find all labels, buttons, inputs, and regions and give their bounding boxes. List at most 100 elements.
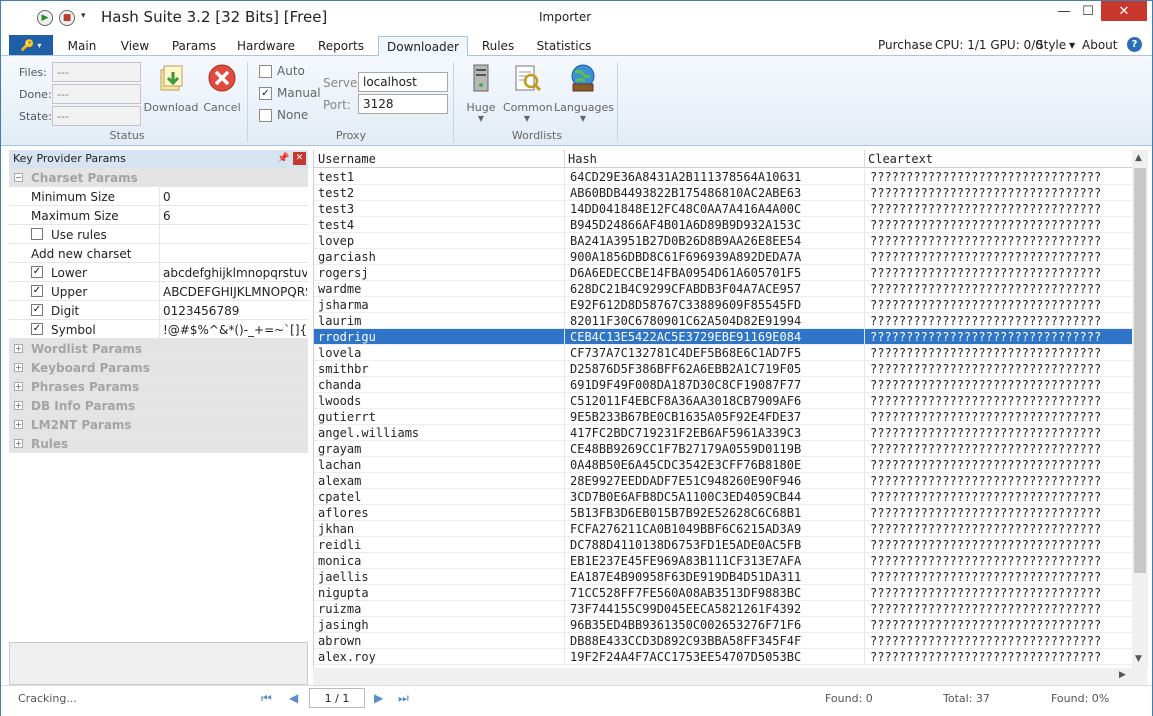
close-icon[interactable]: ✕	[293, 152, 306, 165]
scroll-down-icon[interactable]: ▼	[1135, 654, 1142, 664]
tab-rules[interactable]: Rules	[472, 36, 524, 56]
table-row[interactable]: lovela CF737A7C132781C4DEF5B68E6C1AD7F5??…	[314, 345, 1132, 361]
stop-icon[interactable]: ■	[59, 10, 75, 26]
style-menu[interactable]: Style	[1036, 38, 1066, 52]
column-header-cleartext[interactable]: Cleartext	[868, 152, 933, 166]
lower-checkbox[interactable]: ✓	[31, 266, 43, 278]
table-row[interactable]: alexam 28E9927EEDDADF7E51C948260E90F946??…	[314, 473, 1132, 489]
vertical-scrollbar[interactable]: ▲ ▼	[1132, 150, 1148, 668]
app-menu-button[interactable]: 🔑 ▾	[9, 35, 53, 55]
column-divider[interactable]	[864, 150, 865, 168]
table-row[interactable]: reidli DC788D4110138D6753FD1E5ADE0AC5FB??…	[314, 537, 1132, 553]
table-row[interactable]: nigupta 71CC528FF7FE560A08AB3513DF9883BC?…	[314, 585, 1132, 601]
table-row[interactable]: chanda 691D9F49F008DA187D30C8CF19087F77??…	[314, 377, 1132, 393]
param-value[interactable]: abcdefghijklmnopqrstuvwxyz	[163, 266, 307, 280]
table-row[interactable]: ruizma 73F744155C99D045EECA5821261F4392??…	[314, 601, 1132, 617]
table-row[interactable]: test1 64CD29E36A8431A2B111378564A10631???…	[314, 169, 1132, 185]
table-row[interactable]: rogersj D6A6EDECCBE14FBA0954D61A605701F5?…	[314, 265, 1132, 281]
tab-view[interactable]: View	[111, 36, 159, 56]
table-row[interactable]: grayam CE48BB9269CC1F7B27179A0559D0119B??…	[314, 441, 1132, 457]
table-row[interactable]: aflores 5B13FB3D6EB015B7B92E52628C6C68B1?…	[314, 505, 1132, 521]
common-wordlist-button[interactable]: Common ▼	[503, 62, 553, 123]
category-keyboard-params[interactable]: + Keyboard Params	[9, 358, 308, 377]
table-row[interactable]: abrown DB88E433CCD3D892C93BBA58FF345F4F??…	[314, 633, 1132, 649]
purchase-link[interactable]: Purchase	[878, 38, 933, 52]
scroll-right-icon[interactable]: ▶	[1119, 670, 1126, 680]
expand-icon[interactable]: +	[14, 344, 23, 353]
tab-downloader[interactable]: Downloader	[378, 36, 468, 57]
category-phrases-params[interactable]: + Phrases Params	[9, 377, 308, 396]
expand-icon[interactable]: +	[14, 420, 23, 429]
param-value[interactable]: 0123456789	[163, 304, 307, 318]
scroll-up-icon[interactable]: ▲	[1135, 153, 1142, 163]
tab-params[interactable]: Params	[163, 36, 225, 56]
symbol-checkbox[interactable]: ✓	[31, 323, 43, 335]
table-row[interactable]: test3 14DD041848E12FC48C0AA7A416A4A00C???…	[314, 201, 1132, 217]
download-button[interactable]: Download	[143, 62, 199, 114]
column-header-username[interactable]: Username	[318, 152, 376, 166]
server-input[interactable]: localhost	[358, 72, 448, 92]
scroll-thumb[interactable]	[1134, 168, 1146, 573]
expand-icon[interactable]: +	[14, 382, 23, 391]
column-header-hash[interactable]: Hash	[568, 152, 597, 166]
param-row[interactable]: ✓ Upper ABCDEFGHIJKLMNOPQRSTUVWXYZ	[9, 282, 308, 301]
table-row[interactable]: garciash 900A1856DBD8C61F696939A892DEDA7A…	[314, 249, 1132, 265]
table-row[interactable]: angel.williams 417FC2BDC719231F2EB6AF5961…	[314, 425, 1132, 441]
table-row[interactable]: jaellis EA187E4B90958F63DE919DB4D51DA311?…	[314, 569, 1132, 585]
table-row[interactable]: gutierrt 9E5B233B67BE0CB1635A05F92E4FDE37…	[314, 409, 1132, 425]
param-value[interactable]: ABCDEFGHIJKLMNOPQRSTUVWXYZ	[163, 285, 307, 299]
use-rules-checkbox[interactable]	[31, 228, 43, 240]
maximize-button[interactable]: ☐	[1077, 1, 1099, 21]
param-row[interactable]: Minimum Size 0	[9, 187, 308, 206]
tab-statistics[interactable]: Statistics	[529, 36, 599, 56]
param-value[interactable]: 0	[163, 190, 307, 204]
horizontal-scrollbar[interactable]: ▶	[313, 668, 1147, 685]
first-page-icon[interactable]: ⏮	[261, 691, 272, 706]
expand-icon[interactable]: +	[14, 439, 23, 448]
prev-page-icon[interactable]: ◀	[289, 691, 298, 705]
param-row[interactable]: Maximum Size 6	[9, 206, 308, 225]
column-divider[interactable]	[564, 150, 565, 168]
page-indicator[interactable]: 1 / 1	[309, 688, 365, 708]
tab-hardware[interactable]: Hardware	[229, 36, 303, 56]
table-row[interactable]: lovep BA241A3951B27D0B26D8B9AA26E8EE54???…	[314, 233, 1132, 249]
category-wordlist-params[interactable]: + Wordlist Params	[9, 339, 308, 358]
param-row[interactable]: Add new charset	[9, 244, 308, 263]
huge-wordlist-button[interactable]: Huge ▼	[461, 62, 501, 123]
next-page-icon[interactable]: ▶	[374, 691, 383, 705]
minimize-button[interactable]: —	[1053, 1, 1075, 21]
table-row[interactable]: laurim 82011F30C6780901C62A504D82E91994??…	[314, 313, 1132, 329]
category-rules[interactable]: + Rules	[9, 434, 308, 453]
table-row[interactable]: lwoods C512011F4EBCF8A36AA3018CB7909AF6??…	[314, 393, 1132, 409]
manual-checkbox[interactable]: ✓	[259, 87, 272, 100]
table-row[interactable]: jkhan FCFA276211CA0B1049BBF6C6215AD3A9???…	[314, 521, 1132, 537]
play-icon[interactable]: ▶	[37, 10, 53, 26]
param-row[interactable]: ✓ Lower abcdefghijklmnopqrstuvwxyz	[9, 263, 308, 282]
collapse-icon[interactable]: −	[14, 173, 23, 182]
quick-access-dropdown-icon[interactable]: ▾	[81, 11, 86, 21]
expand-icon[interactable]: +	[14, 363, 23, 372]
tab-reports[interactable]: Reports	[307, 36, 375, 56]
table-row[interactable]: jasingh 96B35ED4BB9361350C002653276F71F6?…	[314, 617, 1132, 633]
none-radio[interactable]	[259, 109, 272, 122]
table-row[interactable]: cpatel 3CD7B0E6AFB8DC5A1100C3ED4059CB44??…	[314, 489, 1132, 505]
param-value[interactable]: 6	[163, 209, 307, 223]
table-row[interactable]: alex.roy 19F2F24A4F7ACC1753EE54707D5053BC…	[314, 649, 1132, 665]
table-row[interactable]: jsharma E92F612D8D58767C33889609F85545FD?…	[314, 297, 1132, 313]
last-page-icon[interactable]: ⏭	[398, 691, 409, 706]
help-icon[interactable]: ?	[1127, 37, 1142, 52]
table-row[interactable]: wardme 628DC21B4C9299CFABDB3F04A7ACE957??…	[314, 281, 1132, 297]
param-row[interactable]: ✓ Digit 0123456789	[9, 301, 308, 320]
table-row[interactable]: smithbr D25876D5F386BFF62A6EBB2A1C719F05?…	[314, 361, 1132, 377]
digit-checkbox[interactable]: ✓	[31, 304, 43, 316]
expand-icon[interactable]: +	[14, 401, 23, 410]
category-dbinfo-params[interactable]: + DB Info Params	[9, 396, 308, 415]
table-row[interactable]: test4 B945D24866AF4B01A6D89B9D932A153C???…	[314, 217, 1132, 233]
auto-radio[interactable]	[259, 65, 272, 78]
table-row[interactable]: monica EB1E237E45FE969A83B111CF313E7AFA??…	[314, 553, 1132, 569]
table-row[interactable]: test2 AB60BDB4493822B175486810AC2ABE63???…	[314, 185, 1132, 201]
param-row[interactable]: Use rules	[9, 225, 308, 244]
about-menu[interactable]: About	[1082, 38, 1117, 52]
table-row[interactable]: lachan 0A48B50E6A45CDC3542E3CFF76B8180E??…	[314, 457, 1132, 473]
add-charset-link[interactable]: Add new charset	[31, 247, 132, 261]
